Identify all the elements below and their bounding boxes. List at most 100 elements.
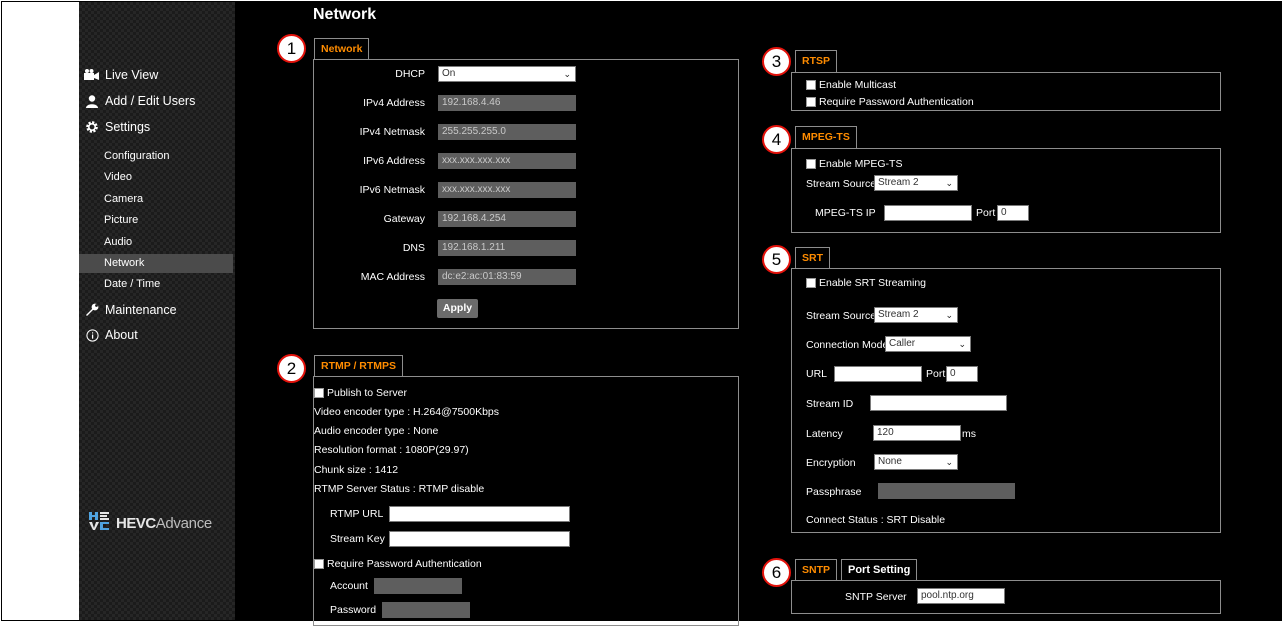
tab-port-setting[interactable]: Port Setting: [841, 559, 918, 581]
ipv4-netmask-field[interactable]: 255.255.255.0: [438, 124, 576, 140]
sidebar-item-picture[interactable]: Picture: [79, 211, 233, 230]
rtmp-status-text: RTMP Server Status : RTMP disable: [314, 483, 485, 495]
callout-4: 4: [762, 125, 791, 154]
stream-id-label: Stream ID: [806, 398, 854, 410]
nav-label: Live View: [105, 68, 159, 82]
mpegts-source-value: Stream 2: [878, 177, 919, 188]
connection-mode-select[interactable]: Caller ⌄: [885, 336, 971, 352]
tab-rtmp[interactable]: RTMP / RTMPS: [314, 355, 404, 377]
gateway-label: Gateway: [383, 213, 425, 225]
nav-live-view[interactable]: Live View: [79, 66, 158, 84]
logo-brand: HEVC: [116, 514, 156, 532]
nav-about[interactable]: About: [79, 326, 138, 344]
callout-1: 1: [277, 34, 306, 63]
dhcp-select[interactable]: On ⌄: [438, 66, 576, 82]
mpegts-enable-label: Enable MPEG-TS: [819, 158, 903, 170]
ipv6-field[interactable]: xxx.xxx.xxx.xxx: [438, 153, 576, 169]
connection-mode-value: Caller: [889, 338, 916, 349]
sidebar-item-camera[interactable]: Camera: [79, 190, 233, 209]
account-label: Account: [330, 580, 368, 592]
passphrase-field[interactable]: [878, 483, 1015, 499]
publish-label: Publish to Server: [327, 387, 407, 399]
dhcp-value: On: [442, 68, 456, 79]
stream-id-input[interactable]: [870, 395, 1007, 411]
sntp-server-label: SNTP Server: [845, 591, 907, 603]
ipv4-label: IPv4 Address: [363, 97, 425, 109]
dns-field[interactable]: 192.168.1.211: [438, 240, 576, 256]
srt-url-input[interactable]: [834, 366, 922, 382]
chevron-down-icon: ⌄: [945, 457, 953, 467]
callout-2: 2: [277, 354, 306, 383]
apply-button[interactable]: Apply: [437, 299, 478, 318]
account-field[interactable]: [374, 578, 462, 594]
mpegts-ip-label: MPEG-TS IP: [815, 207, 876, 219]
user-icon: [79, 94, 105, 108]
latency-input[interactable]: 120: [873, 425, 961, 441]
mpegts-port-input[interactable]: 0: [997, 205, 1029, 221]
ipv6-netmask-field[interactable]: xxx.xxx.xxx.xxx: [438, 182, 576, 198]
rtmp-require-password-checkbox[interactable]: [314, 559, 324, 569]
encryption-label: Encryption: [806, 457, 856, 469]
mpegts-ip-input[interactable]: [884, 205, 972, 221]
callout-6: 6: [762, 558, 791, 587]
sidebar-item-video[interactable]: Video: [79, 168, 233, 187]
tab-sntp[interactable]: SNTP: [795, 559, 838, 581]
srt-source-select[interactable]: Stream 2 ⌄: [874, 307, 958, 323]
publish-checkbox[interactable]: [314, 388, 324, 398]
multicast-checkbox[interactable]: [806, 80, 816, 90]
ipv4-field[interactable]: 192.168.4.46: [438, 95, 576, 111]
gateway-field[interactable]: 192.168.4.254: [438, 211, 576, 227]
mac-field[interactable]: dc:e2:ac:01:83:59: [438, 269, 576, 285]
rtmp-url-label: RTMP URL: [330, 508, 384, 520]
tab-network[interactable]: Network: [314, 38, 370, 60]
nav-label: About: [105, 328, 138, 342]
rtsp-require-password-checkbox[interactable]: [806, 97, 816, 107]
callout-5: 5: [762, 245, 791, 274]
mpegts-source-label: Stream Source: [806, 178, 877, 190]
nav-maintenance[interactable]: Maintenance: [79, 301, 177, 319]
chunk-size-text: Chunk size : 1412: [314, 464, 399, 476]
stream-key-input[interactable]: [389, 531, 570, 547]
srt-port-input[interactable]: 0: [946, 366, 978, 382]
chevron-down-icon: ⌄: [945, 310, 953, 320]
multicast-label: Enable Multicast: [819, 79, 897, 91]
mpegts-source-select[interactable]: Stream 2 ⌄: [874, 175, 958, 191]
ipv4-netmask-label: IPv4 Netmask: [359, 126, 425, 138]
page-title: Network: [313, 6, 377, 23]
tab-mpeg-ts[interactable]: MPEG-TS: [795, 126, 857, 148]
tab-rtsp[interactable]: RTSP: [795, 50, 838, 72]
info-icon: [79, 328, 105, 342]
sidebar-item-date-time[interactable]: Date / Time: [79, 275, 233, 294]
encryption-select[interactable]: None ⌄: [874, 454, 958, 470]
nav-label: Settings: [105, 120, 151, 134]
rtmp-url-input[interactable]: [389, 506, 570, 522]
srt-status-text: Connect Status : SRT Disable: [806, 514, 946, 526]
stream-key-label: Stream Key: [330, 533, 385, 545]
sidebar-item-configuration[interactable]: Configuration: [79, 147, 233, 166]
chevron-down-icon: ⌄: [945, 178, 953, 188]
sidebar: Live View Add / Edit Users Settings Conf…: [79, 2, 235, 620]
mpegts-port-label: Port: [976, 207, 996, 219]
logo-suffix: Advance: [155, 514, 213, 532]
srt-enable-checkbox[interactable]: [806, 278, 816, 288]
nav-settings[interactable]: Settings: [79, 118, 150, 136]
chevron-down-icon: ⌄: [563, 69, 571, 79]
hevc-advance-logo: HEVC Advance: [89, 511, 212, 535]
nav-add-edit-users[interactable]: Add / Edit Users: [79, 92, 195, 110]
rtsp-require-password-label: Require Password Authentication: [819, 96, 974, 108]
sntp-server-input[interactable]: pool.ntp.org: [917, 588, 1005, 604]
latency-label: Latency: [806, 428, 843, 440]
latency-unit: ms: [962, 428, 976, 440]
connection-mode-label: Connection Mode: [806, 339, 889, 351]
gear-icon: [79, 120, 105, 134]
ipv6-netmask-label: IPv6 Netmask: [359, 184, 425, 196]
mpegts-enable-checkbox[interactable]: [806, 159, 816, 169]
sidebar-item-audio[interactable]: Audio: [79, 233, 233, 252]
sidebar-item-network[interactable]: Network: [79, 254, 233, 273]
video-encoder-text: Video encoder type : H.264@7500Kbps: [314, 406, 500, 418]
chevron-down-icon: ⌄: [958, 339, 966, 349]
tab-srt[interactable]: SRT: [795, 247, 830, 269]
password-field[interactable]: [382, 602, 470, 618]
nav-label: Add / Edit Users: [105, 94, 196, 108]
video-camera-icon: [79, 69, 105, 81]
